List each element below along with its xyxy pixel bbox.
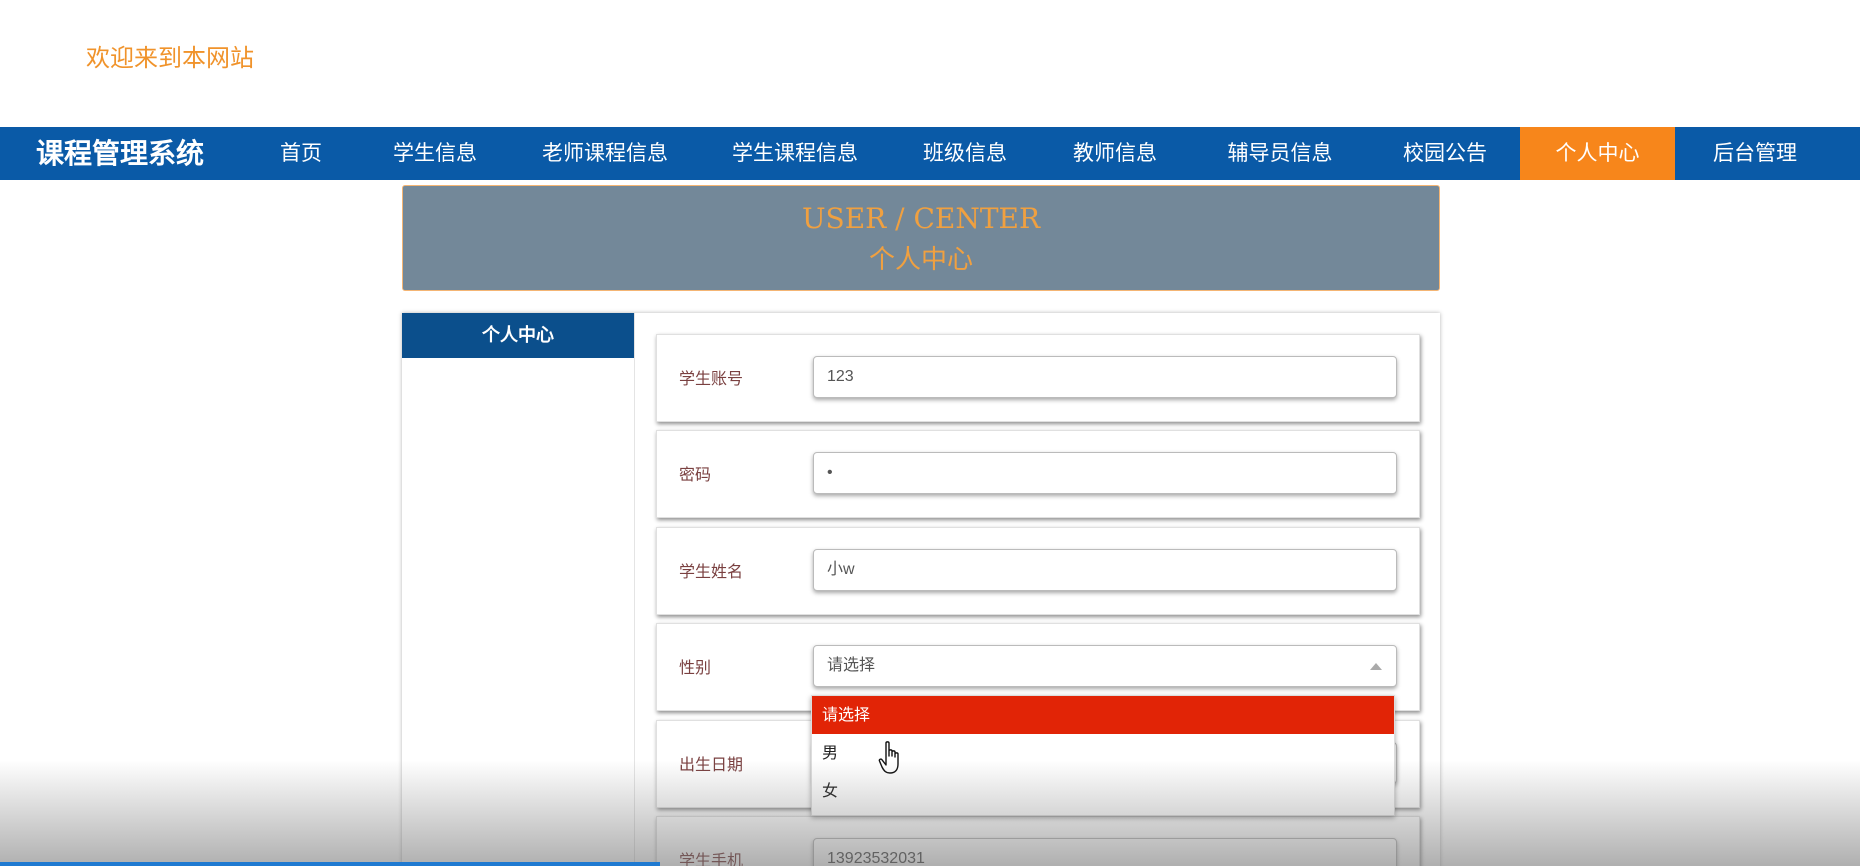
welcome-text: 欢迎来到本网站 (86, 44, 254, 72)
gender-option-female[interactable]: 女 (812, 772, 1394, 810)
password-label: 密码 (679, 465, 712, 484)
nav-student-info[interactable]: 学生信息 (380, 127, 490, 180)
nav-campus-notice[interactable]: 校园公告 (1390, 127, 1500, 180)
gender-label: 性别 (679, 658, 712, 677)
gender-option-placeholder[interactable]: 请选择 (812, 696, 1394, 734)
phone-label: 学生手机 (679, 851, 744, 866)
bottom-progress-line (0, 862, 660, 866)
name-label: 学生姓名 (679, 562, 744, 581)
birthday-label: 出生日期 (679, 755, 744, 774)
banner-title-zh: 个人中心 (868, 245, 973, 275)
form-row-phone: 学生手机 13923532031 (656, 816, 1420, 866)
sidebar-item-personal-center[interactable]: 个人中心 (402, 313, 634, 358)
form-row-password: 密码 • (656, 430, 1420, 518)
gender-select[interactable]: 请选择 (813, 645, 1397, 687)
account-label: 学生账号 (679, 369, 744, 388)
site-brand[interactable]: 课程管理系统 (36, 127, 204, 180)
nav-admin[interactable]: 后台管理 (1675, 127, 1835, 180)
form-row-account: 学生账号 123 (656, 334, 1420, 422)
nav-counselor-info[interactable]: 辅导员信息 (1210, 127, 1350, 180)
password-input[interactable]: • (813, 452, 1397, 494)
phone-input[interactable]: 13923532031 (813, 838, 1397, 866)
nav-teacher-info[interactable]: 教师信息 (1060, 127, 1170, 180)
caret-up-icon (1370, 663, 1382, 670)
nav-personal-center[interactable]: 个人中心 (1520, 127, 1675, 180)
nav-student-course-info[interactable]: 学生课程信息 (720, 127, 870, 180)
account-input[interactable]: 123 (813, 356, 1397, 398)
page-banner: USER / CENTER 个人中心 (402, 185, 1440, 291)
nav-home[interactable]: 首页 (262, 127, 340, 180)
name-input[interactable]: 小w (813, 549, 1397, 591)
nav-teacher-course-info[interactable]: 老师课程信息 (530, 127, 680, 180)
nav-class-info[interactable]: 班级信息 (910, 127, 1020, 180)
top-navbar: 课程管理系统 首页 学生信息 老师课程信息 学生课程信息 班级信息 教师信息 辅… (0, 127, 1860, 180)
gender-select-value: 请选择 (827, 657, 876, 674)
banner-title-en: USER / CENTER (801, 202, 1041, 235)
form-row-name: 学生姓名 小w (656, 527, 1420, 615)
hand-pointer-icon (878, 741, 899, 774)
sidebar: 个人中心 (402, 313, 635, 866)
